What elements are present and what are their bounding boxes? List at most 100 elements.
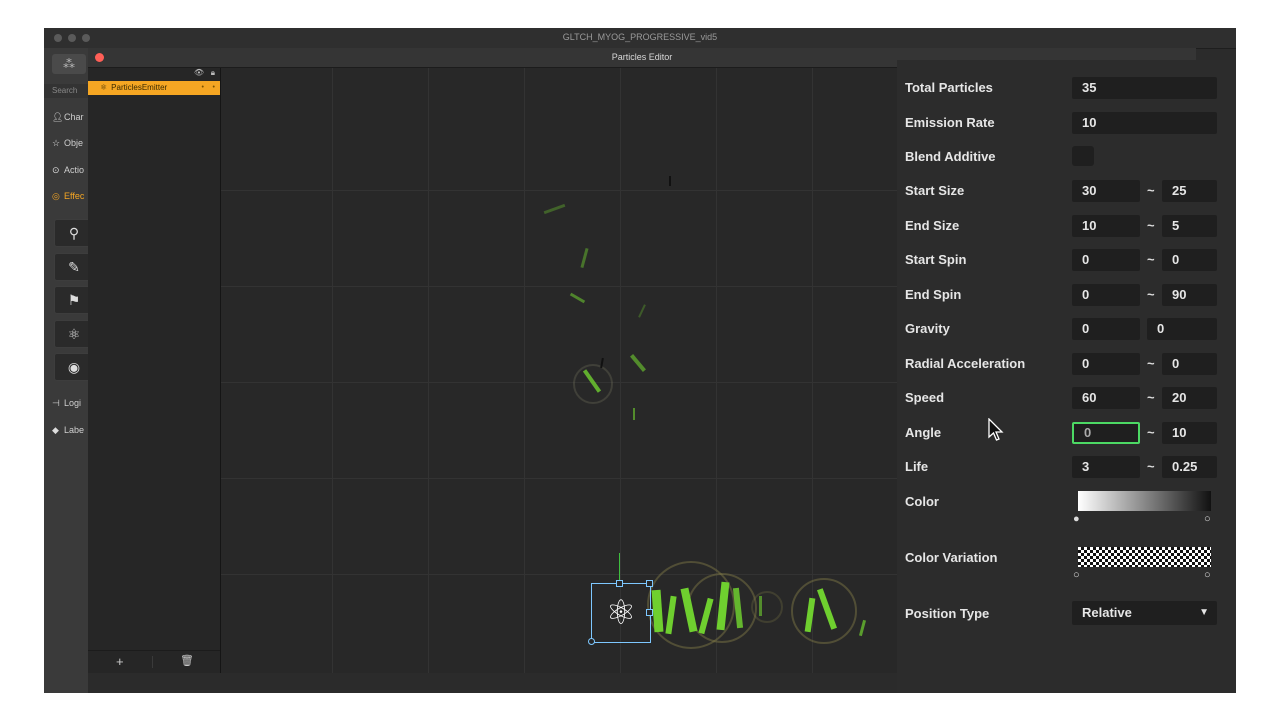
flag-icon: ⚑	[67, 292, 81, 308]
visibility-toggle-icon[interactable]: •	[202, 81, 204, 95]
particle	[630, 354, 646, 372]
range-tilde: ~	[1147, 252, 1155, 267]
start-size-field[interactable]: 30	[1072, 180, 1140, 202]
resize-handle[interactable]	[646, 580, 653, 587]
particle	[858, 619, 867, 637]
left-sidebar: ⁂ Search 👤︎Char ☆ Obje ⊙ Actio ◎ Effec ⚲ ✎ …	[44, 48, 94, 693]
color-variation-gradient-bar[interactable]	[1078, 547, 1211, 567]
blend-additive-label: Blend Additive	[905, 149, 996, 164]
particles-emitter-node[interactable]: ⚛	[591, 583, 651, 643]
emission-rate-label: Emission Rate	[905, 115, 995, 130]
range-tilde: ~	[1147, 459, 1155, 474]
trash-icon[interactable]: 🗑︎	[180, 654, 194, 667]
resize-handle[interactable]	[646, 609, 653, 616]
color-gradient-bar[interactable]	[1078, 491, 1211, 511]
gradient-stop-handle[interactable]: ○	[1204, 569, 1211, 581]
lock-icon[interactable]: 🔒︎	[211, 68, 215, 78]
end-spin-variance-field[interactable]: 90	[1162, 284, 1217, 306]
start-size-label: Start Size	[905, 183, 965, 198]
preview-canvas[interactable]: ⚛	[221, 68, 897, 673]
category-logic[interactable]: ⊣ Logi	[52, 394, 81, 412]
color-variation-label: Color Variation	[905, 550, 998, 565]
emission-rate-field[interactable]: 10	[1072, 112, 1217, 134]
category-objects[interactable]: ☆ Obje	[52, 134, 83, 152]
grid-line	[221, 478, 897, 479]
particle	[669, 176, 671, 186]
range-tilde: ~	[1147, 287, 1155, 302]
category-label: Actio	[64, 165, 85, 175]
range-tilde: ~	[1147, 356, 1155, 371]
hierarchy-panel: 👁︎ 🔒︎ ⚛ ParticlesEmitter • • + 🗑︎	[88, 68, 221, 673]
hierarchy-tree-button[interactable]: ⁂	[52, 54, 86, 74]
angle-variance-field[interactable]: 10	[1162, 422, 1217, 444]
hierarchy-footer: + 🗑︎	[88, 650, 220, 673]
total-particles-field[interactable]: 35	[1072, 77, 1217, 99]
end-spin-label: End Spin	[905, 287, 962, 302]
chevron-down-icon: ▼	[1199, 607, 1209, 618]
life-label: Life	[905, 459, 929, 474]
category-label: Labe	[64, 425, 85, 435]
gravity-x-field[interactable]: 0	[1072, 318, 1140, 340]
start-spin-variance-field[interactable]: 0	[1162, 249, 1217, 271]
light-bulb-icon: ⚲	[68, 225, 80, 241]
effects-icon: ◎	[52, 191, 60, 201]
mouse-cursor-icon	[988, 418, 1004, 441]
grid-line	[332, 68, 333, 673]
grid-line	[524, 68, 525, 673]
brush-icon: ✎	[68, 259, 80, 275]
category-label: Char	[64, 112, 84, 122]
category-actions[interactable]: ⊙ Actio	[52, 161, 84, 179]
color-label: Color	[905, 494, 939, 509]
category-label: Effec	[64, 191, 85, 201]
gradient-stop-handle[interactable]: ○	[1073, 569, 1080, 581]
gravity-y-field[interactable]: 0	[1147, 318, 1217, 340]
category-characters[interactable]: 👤︎Char	[52, 108, 84, 126]
search-field[interactable]: Search	[44, 84, 88, 98]
category-label: Logi	[64, 398, 82, 408]
start-size-variance-field[interactable]: 25	[1162, 180, 1217, 202]
blend-additive-checkbox[interactable]	[1072, 146, 1094, 166]
app-window: GLTCH_MYOG_PROGRESSIVE_vid5 ⁂ Search 👤︎C…	[44, 28, 1236, 693]
particle	[543, 203, 566, 215]
speed-variance-field[interactable]: 20	[1162, 387, 1217, 409]
total-particles-label: Total Particles	[905, 80, 993, 95]
end-size-variance-field[interactable]: 5	[1162, 215, 1217, 237]
gravity-label: Gravity	[905, 321, 950, 336]
range-tilde: ~	[1147, 183, 1155, 198]
properties-panel: Total Particles 35 Emission Rate 10 Blen…	[897, 60, 1236, 693]
position-type-select[interactable]: Relative ▼	[1072, 601, 1217, 625]
gradient-stop-handle[interactable]: ○	[1204, 513, 1211, 525]
lock-toggle-icon[interactable]: •	[213, 81, 215, 95]
angle-field[interactable]: 0	[1072, 422, 1140, 444]
resize-handle[interactable]	[588, 638, 595, 645]
star-icon: ☆	[52, 138, 61, 148]
radial-acceleration-field[interactable]: 0	[1072, 353, 1140, 375]
radial-acceleration-variance-field[interactable]: 0	[1162, 353, 1217, 375]
emitter-direction-line	[619, 553, 620, 581]
particle	[759, 596, 762, 616]
particle	[569, 292, 586, 304]
end-spin-field[interactable]: 0	[1072, 284, 1140, 306]
atom-icon: ⚛	[605, 594, 637, 632]
range-tilde: ~	[1147, 425, 1155, 440]
resize-handle[interactable]	[616, 580, 623, 587]
grid-line	[221, 286, 897, 287]
footer-divider	[152, 656, 153, 668]
eye-icon[interactable]: 👁︎	[194, 68, 204, 77]
start-spin-field[interactable]: 0	[1072, 249, 1140, 271]
range-tilde: ~	[1147, 218, 1155, 233]
end-size-field[interactable]: 10	[1072, 215, 1140, 237]
category-effects[interactable]: ◎ Effec	[52, 187, 84, 205]
add-button[interactable]: +	[116, 654, 124, 669]
grid-line	[221, 574, 897, 575]
window-title: GLTCH_MYOG_PROGRESSIVE_vid5	[562, 32, 718, 42]
category-label: Obje	[64, 138, 84, 148]
hierarchy-item-particles-emitter[interactable]: ⚛ ParticlesEmitter • •	[88, 81, 220, 95]
gradient-stop-handle[interactable]: ●	[1073, 513, 1080, 525]
play-circle-icon: ⊙	[52, 165, 60, 175]
speed-field[interactable]: 60	[1072, 387, 1140, 409]
life-field[interactable]: 3	[1072, 456, 1140, 478]
range-tilde: ~	[1147, 390, 1155, 405]
category-labels[interactable]: ◆ Labe	[52, 421, 84, 439]
life-variance-field[interactable]: 0.25	[1162, 456, 1217, 478]
